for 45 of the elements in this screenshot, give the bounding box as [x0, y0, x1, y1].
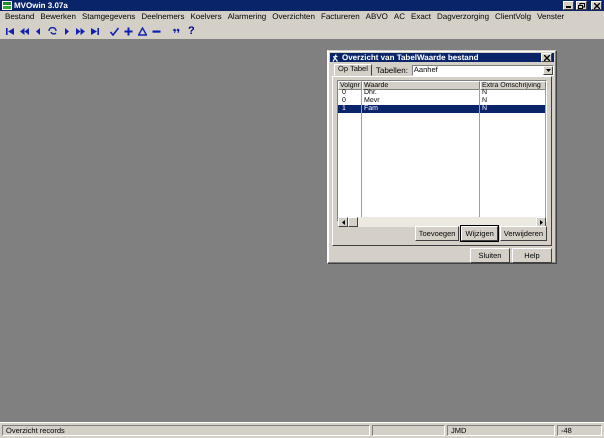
restore-button[interactable] — [576, 1, 587, 10]
menu-item[interactable]: Bestand — [2, 12, 38, 22]
triangle-icon[interactable] — [138, 26, 147, 36]
menu-item[interactable]: ClientVolg — [492, 12, 534, 22]
field-label: Tabellen: — [376, 66, 408, 75]
menu-item[interactable]: ABVO — [362, 12, 391, 22]
minimize-button[interactable] — [563, 1, 574, 10]
close-icon — [594, 2, 600, 8]
runner-icon — [332, 54, 339, 62]
menu-item[interactable]: Overzichten — [269, 12, 318, 22]
last-record-icon[interactable] — [90, 26, 99, 36]
menu-item[interactable]: Alarmering — [224, 12, 270, 22]
scroll-thumb[interactable] — [348, 217, 358, 228]
restore-icon — [578, 2, 585, 8]
left-arrow-icon — [342, 220, 344, 225]
app-logo-icon — [2, 1, 12, 10]
menu-item[interactable]: Deelnemers — [138, 12, 188, 22]
scroll-right-button[interactable] — [536, 217, 546, 228]
previous-page-icon[interactable] — [20, 26, 29, 36]
menu-item[interactable]: Exact — [408, 12, 434, 22]
menu-item[interactable]: Factureren — [318, 12, 363, 22]
menu-item[interactable]: Koelvers — [187, 12, 225, 22]
menu-item[interactable]: Bewerken — [37, 12, 79, 22]
menu-item[interactable]: Stamgegevens — [78, 12, 138, 22]
next-record-icon[interactable] — [62, 26, 71, 36]
first-record-icon[interactable] — [6, 26, 15, 36]
checkmark-icon[interactable] — [110, 26, 119, 36]
menu-item[interactable]: Dagverzorging — [434, 12, 492, 22]
help-button[interactable]: ? — [188, 26, 195, 36]
close-icon — [544, 54, 550, 61]
plus-icon[interactable] — [124, 26, 133, 36]
next-page-icon[interactable] — [76, 26, 85, 36]
close-button[interactable] — [541, 53, 552, 62]
previous-record-icon[interactable] — [34, 26, 43, 36]
menu-item[interactable]: Venster — [534, 12, 568, 22]
refresh-icon[interactable] — [48, 26, 57, 36]
quote-icon[interactable] — [172, 26, 181, 36]
close-button[interactable] — [591, 1, 602, 10]
minimize-icon — [566, 3, 571, 8]
right-arrow-icon — [540, 220, 542, 225]
dialog-title: Overzicht van TabelWaarde bestand — [342, 53, 480, 62]
window-title: MVOwin 3.07a — [14, 0, 69, 10]
scroll-left-button[interactable] — [338, 217, 348, 228]
menu-item[interactable]: AC — [390, 12, 408, 22]
caret-icon — [546, 68, 550, 72]
